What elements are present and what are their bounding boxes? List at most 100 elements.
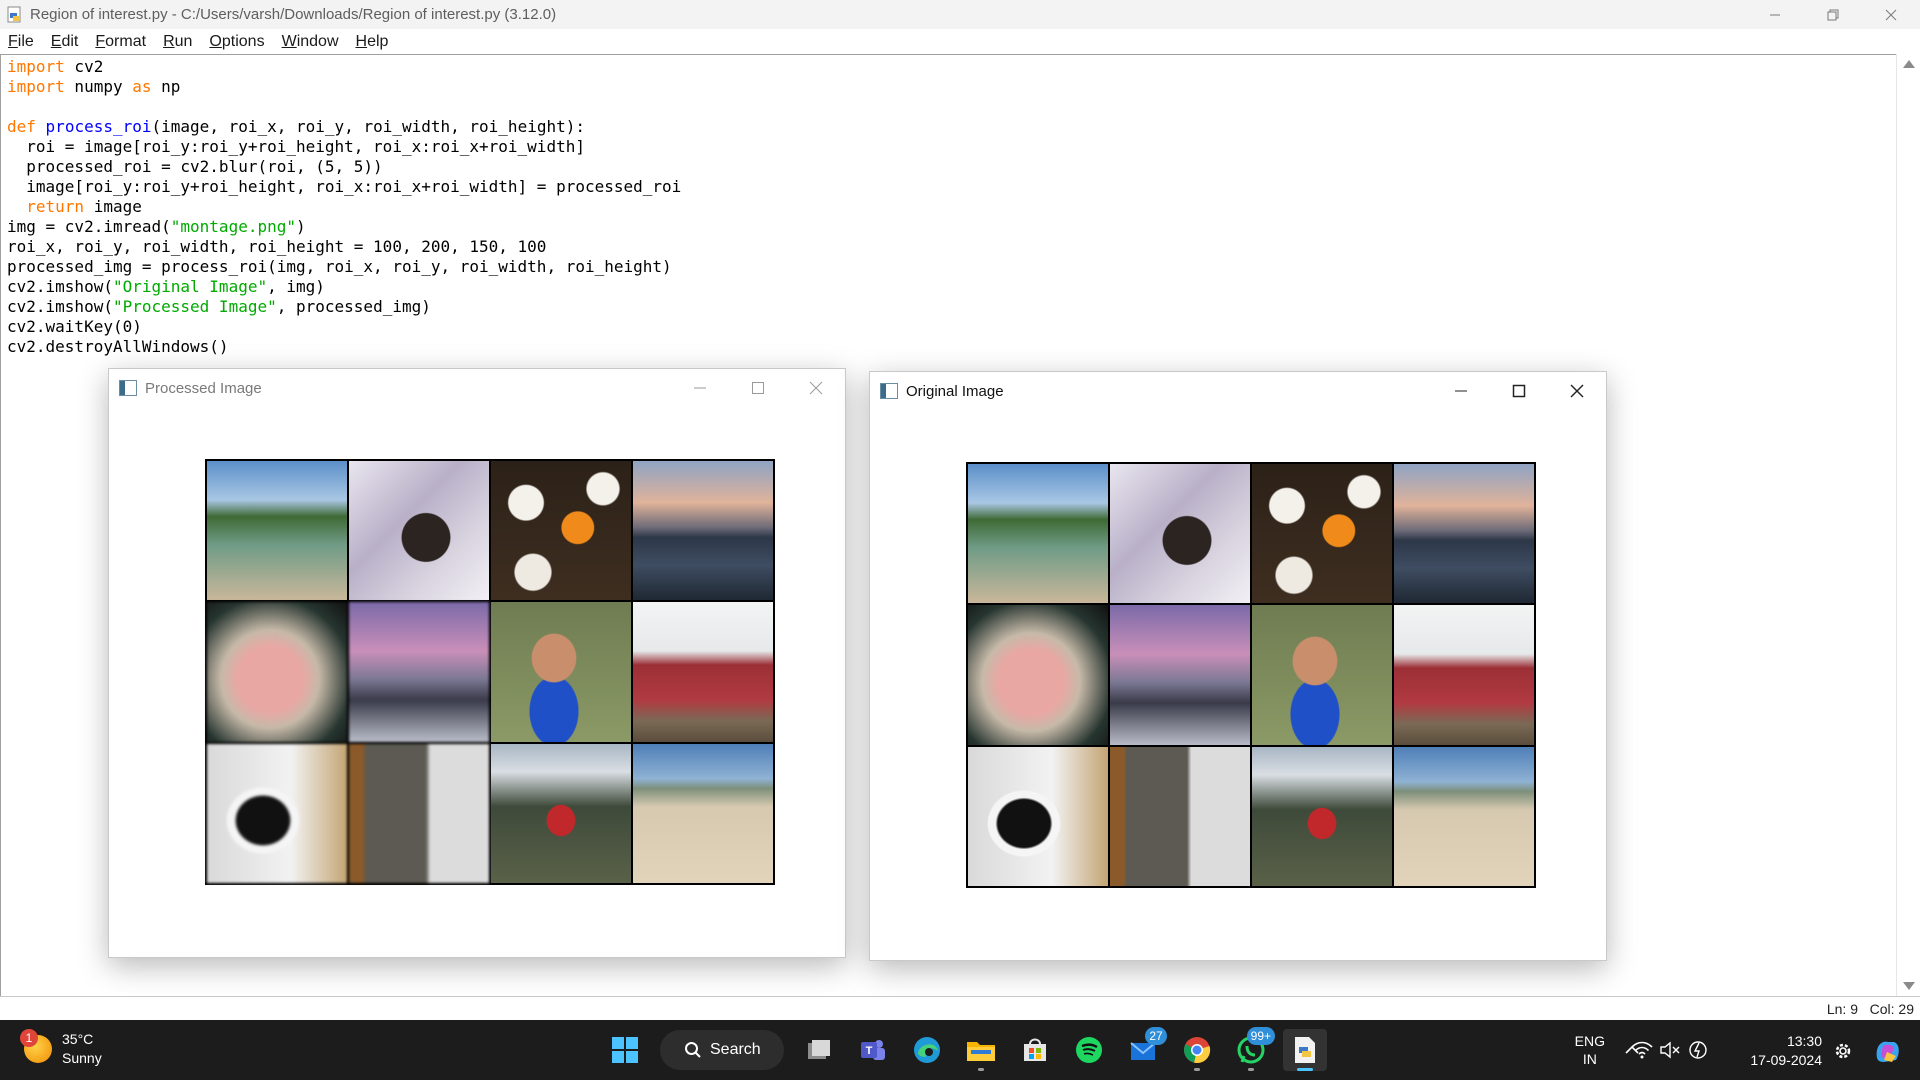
windows-logo-icon — [612, 1037, 638, 1063]
menu-item-format[interactable]: Format — [95, 33, 146, 51]
active-indicator — [1297, 1068, 1313, 1071]
photo-tile-sandy-beach — [1394, 746, 1534, 886]
menu-item-edit[interactable]: Edit — [51, 33, 79, 51]
taskbar-microsoft-store[interactable] — [1013, 1029, 1057, 1071]
scroll-up-icon[interactable] — [1903, 60, 1915, 68]
original-image-window[interactable]: Original Image — [869, 371, 1607, 961]
code-text[interactable]: import cv2 import numpy as np def process_… — [7, 57, 681, 357]
photo-tile-red-sofa — [633, 602, 773, 742]
photo-tile-cupcakes — [491, 461, 631, 601]
minimize-button[interactable] — [1746, 0, 1804, 29]
system-tray: ENG IN 13:30 17-09-2024 — [1500, 1020, 1920, 1080]
code-line: roi = image[roi_y:roi_y+roi_height, roi_… — [7, 137, 585, 156]
photo-tile-child-bucket — [1252, 605, 1392, 745]
settings-button[interactable] — [1828, 1036, 1858, 1066]
processed-image-window[interactable]: Processed Image — [108, 368, 846, 958]
whatsapp-count-badge: 99+ — [1246, 1027, 1275, 1045]
original-minimize-button[interactable] — [1432, 372, 1490, 410]
original-close-button[interactable] — [1548, 372, 1606, 410]
photo-tile-fire-hydrant — [1252, 746, 1392, 886]
taskbar-search[interactable]: Search — [660, 1030, 784, 1070]
store-icon — [1024, 1038, 1046, 1061]
gear-icon — [1835, 1043, 1851, 1059]
battery-charging-icon — [1689, 1041, 1707, 1059]
photo-tile-pink-sky-snow — [349, 602, 489, 742]
processed-window-titlebar[interactable]: Processed Image — [109, 369, 845, 407]
taskbar-file-explorer[interactable] — [959, 1029, 1003, 1071]
column-number: Col: 29 — [1869, 1001, 1914, 1017]
copilot-icon — [1876, 1041, 1899, 1062]
menu-item-options[interactable]: Options — [209, 33, 264, 51]
photo-tile-sandy-beach — [633, 743, 773, 883]
close-icon — [1570, 384, 1584, 398]
photo-tile-pink-sky-snow — [1110, 605, 1250, 745]
battery-button[interactable] — [1686, 1038, 1710, 1062]
chrome-icon — [1184, 1037, 1211, 1063]
taskbar-chrome[interactable] — [1175, 1029, 1219, 1071]
photo-tile-fish-fillet — [968, 605, 1108, 745]
language-code: ENG — [1574, 1033, 1605, 1049]
original-montage-image — [966, 462, 1536, 888]
notification-badge: 1 — [20, 1029, 38, 1047]
minimize-icon — [1455, 390, 1467, 392]
menu-item-window[interactable]: Window — [282, 33, 339, 51]
taskbar-spotify[interactable] — [1067, 1029, 1111, 1071]
processed-maximize-button[interactable] — [729, 369, 787, 407]
taskbar-edge[interactable] — [905, 1029, 949, 1071]
taskbar-whatsapp[interactable]: 99+ — [1229, 1027, 1275, 1071]
running-indicator — [978, 1068, 984, 1071]
taskbar-clock[interactable]: 13:30 17-09-2024 — [1750, 1032, 1822, 1070]
running-indicator — [1194, 1068, 1200, 1071]
taskbar-teams[interactable]: T — [851, 1029, 895, 1071]
photo-tile-lake-sunset — [1394, 464, 1534, 604]
python-file-icon — [1295, 1037, 1315, 1063]
taskbar-mail[interactable]: 27 — [1121, 1027, 1167, 1071]
photo-tile-penguin-toy — [207, 743, 347, 883]
taskbar-python-idle[interactable] — [1283, 1029, 1327, 1071]
window-titlebar[interactable]: Region of interest.py - C:/Users/varsh/D… — [0, 0, 1920, 29]
menu-item-help[interactable]: Help — [356, 33, 389, 51]
photo-tile-hanging-shirt — [349, 743, 489, 883]
code-line: import numpy as np — [7, 77, 181, 96]
input-language[interactable]: ENG IN — [1575, 1032, 1605, 1068]
close-icon — [809, 381, 823, 395]
teams-icon: T — [861, 1040, 885, 1060]
photo-tile-calico-cat — [1110, 464, 1250, 604]
restore-button[interactable] — [1804, 0, 1862, 29]
photo-tile-cupcakes — [1252, 464, 1392, 604]
edge-browser-icon — [914, 1037, 940, 1063]
weather-widget[interactable]: 1 35°C Sunny — [20, 1029, 102, 1068]
code-line: import cv2 — [7, 57, 104, 76]
search-icon — [685, 1042, 701, 1058]
photo-tile-red-sofa — [1394, 605, 1534, 745]
line-number: Ln: 9 — [1826, 1001, 1858, 1017]
region-code: IN — [1582, 1051, 1597, 1067]
restore-icon — [1827, 9, 1839, 20]
menu-item-run[interactable]: Run — [163, 33, 192, 51]
code-line: return image — [26, 197, 142, 216]
maximize-icon — [752, 382, 764, 394]
minimize-icon — [694, 387, 706, 389]
scroll-down-icon[interactable] — [1903, 982, 1915, 990]
original-window-titlebar[interactable]: Original Image — [870, 372, 1606, 410]
photo-tile-hanging-shirt — [1110, 746, 1250, 886]
original-maximize-button[interactable] — [1490, 372, 1548, 410]
original-window-title: Original Image — [906, 382, 1004, 400]
window-title: Region of interest.py - C:/Users/varsh/D… — [30, 6, 557, 23]
close-button[interactable] — [1862, 0, 1920, 29]
wifi-icon — [1631, 1041, 1653, 1059]
start-button[interactable] — [603, 1029, 647, 1071]
folder-icon — [967, 1042, 995, 1061]
processed-minimize-button[interactable] — [671, 369, 729, 407]
menu-item-file[interactable]: File — [8, 33, 34, 51]
volume-button[interactable] — [1658, 1038, 1682, 1062]
vertical-scrollbar[interactable] — [1896, 54, 1920, 996]
copilot-button[interactable] — [1872, 1036, 1902, 1066]
wifi-button[interactable] — [1630, 1038, 1654, 1062]
code-line: img = cv2.imread("montage.png") — [7, 217, 306, 236]
processed-close-button[interactable] — [787, 369, 845, 407]
clock-date: 17-09-2024 — [1750, 1052, 1822, 1068]
taskbar-task-view[interactable] — [797, 1029, 841, 1071]
code-line: def process_roi(image, roi_x, roi_y, roi… — [7, 117, 585, 136]
